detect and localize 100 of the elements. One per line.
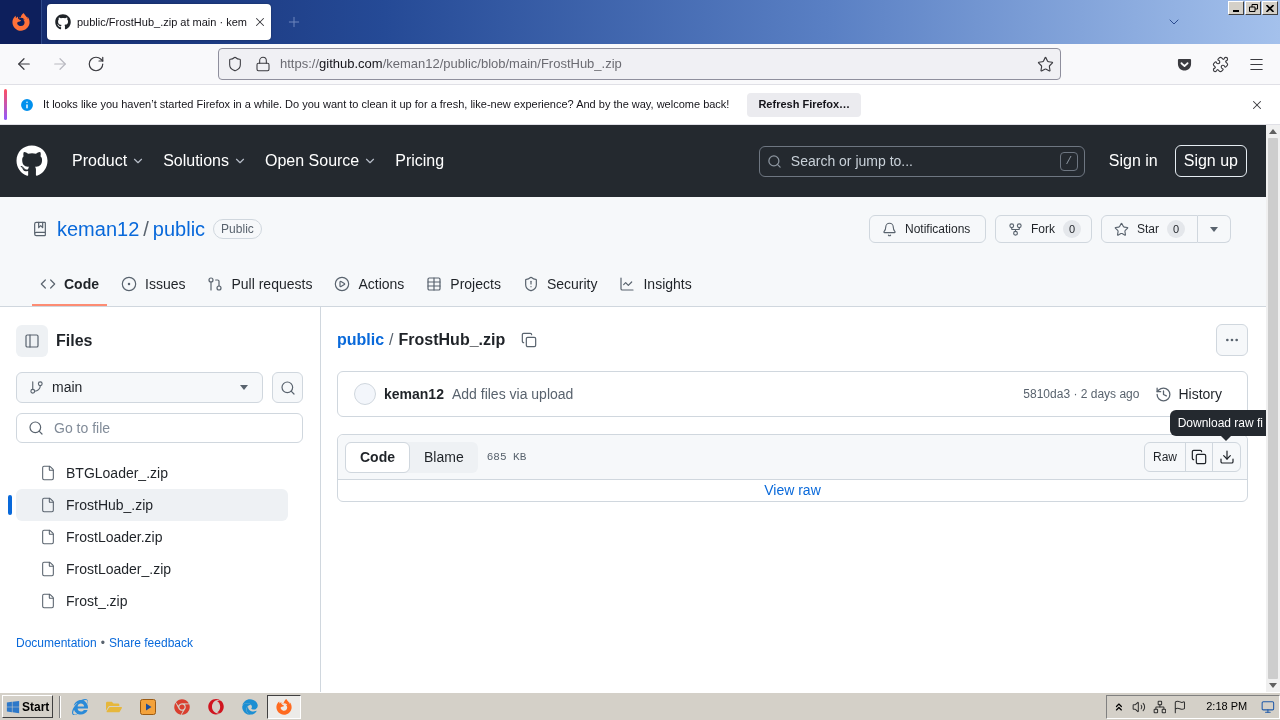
windows-flag-icon xyxy=(6,699,20,714)
file-icon xyxy=(40,465,56,481)
owner-link[interactable]: keman12 xyxy=(57,214,140,244)
start-button[interactable]: Start xyxy=(2,695,53,718)
cat-logo-icon xyxy=(55,14,71,30)
view-mode-tab[interactable]: Blame xyxy=(410,441,478,473)
repo-tab[interactable]: Actions xyxy=(326,268,413,306)
file-size: 685 KB xyxy=(486,449,527,465)
close-button[interactable] xyxy=(1262,1,1278,15)
line-chart-icon xyxy=(619,276,636,292)
code-icon xyxy=(40,276,56,292)
branch-selector[interactable]: main xyxy=(16,372,263,403)
puzzle-icon xyxy=(1211,55,1229,73)
path-separator: / xyxy=(389,330,394,350)
clock: 2:18 PM xyxy=(1206,699,1248,715)
branch-icon xyxy=(29,380,44,395)
avatar-icon xyxy=(354,383,376,405)
search-icon xyxy=(766,153,782,169)
fox-browser-icon[interactable] xyxy=(11,13,30,31)
bell-icon xyxy=(882,221,897,237)
tooltip: Download raw fi xyxy=(1169,410,1266,441)
taskbar-button[interactable] xyxy=(267,694,301,719)
fork-button[interactable]: Fork 0 xyxy=(995,215,1092,243)
minimize-button[interactable] xyxy=(1228,1,1244,15)
nav-menu-item[interactable]: Open Source xyxy=(256,145,386,177)
star-menu-button[interactable] xyxy=(1198,215,1231,243)
shortcut-key: / xyxy=(1059,151,1078,171)
search-button[interactable] xyxy=(272,372,303,403)
file-tree-item[interactable]: Frost_.zip xyxy=(16,585,288,617)
file-tree-item[interactable]: FrostLoader_.zip xyxy=(16,553,288,585)
cat-logo-icon[interactable] xyxy=(16,145,48,177)
scroll-down-arrow-icon[interactable] xyxy=(1269,683,1277,688)
pocket-icon xyxy=(1176,56,1192,72)
repo-tab[interactable]: Issues xyxy=(113,268,194,306)
collapse-panel-button[interactable] xyxy=(16,325,48,357)
notification-message: It looks like you haven’t started Firefox in a while. Do you want to clean it up for a fresh, like-new experience? And by the way, welcome back! xyxy=(43,97,730,113)
download-icon xyxy=(1218,449,1235,465)
view-raw-link[interactable]: View raw xyxy=(764,480,821,501)
star-button[interactable]: Star 0 xyxy=(1101,215,1198,243)
copy-icon xyxy=(521,332,538,348)
lock-icon[interactable] xyxy=(255,56,271,72)
refresh-button[interactable]: Refresh Firefox… xyxy=(747,92,862,117)
sign-in-link[interactable]: Sign in xyxy=(1108,149,1158,173)
repo-tab[interactable]: Pull requests xyxy=(199,268,321,306)
bullet-separator: • xyxy=(100,635,105,652)
close-icon xyxy=(1266,4,1274,12)
panel-title: Files xyxy=(56,331,93,351)
globe-e-icon xyxy=(72,698,88,715)
shield-icon xyxy=(522,276,539,292)
browser-tab[interactable]: public/FrostHub_.zip at main · kem xyxy=(47,4,271,40)
repo-tab[interactable]: Insights xyxy=(611,268,700,306)
file-icon xyxy=(40,593,56,609)
speaker-icon[interactable] xyxy=(1131,699,1146,714)
nav-menu-item[interactable]: Solutions xyxy=(155,145,255,177)
file-name: FrostHub_.zip xyxy=(398,330,506,350)
copy-icon xyxy=(1191,449,1207,465)
letter-o-icon xyxy=(208,698,224,715)
go-to-file-field[interactable]: Go to file xyxy=(16,413,303,443)
file-tree-item[interactable]: FrostHub_.zip xyxy=(16,489,288,521)
file-icon xyxy=(40,529,56,545)
scrollbar[interactable] xyxy=(1266,125,1280,692)
file-tree-item[interactable]: FrostLoader.zip xyxy=(16,521,288,553)
feedback-link[interactable]: Share feedback xyxy=(108,634,193,652)
monitor-icon[interactable] xyxy=(1261,699,1275,714)
fork-icon xyxy=(1008,221,1023,237)
file-tree-item[interactable]: BTGLoader_.zip xyxy=(16,457,288,489)
restore-icon xyxy=(1248,4,1258,12)
repo-tab[interactable]: Projects xyxy=(418,268,509,306)
commit-info: 5810da3 · 2 days ago xyxy=(1023,386,1140,403)
flag-icon[interactable] xyxy=(1173,699,1188,714)
counter: 0 xyxy=(1167,220,1185,238)
bookmark-star-icon[interactable] xyxy=(1037,55,1054,73)
restore-button[interactable] xyxy=(1245,1,1261,15)
documentation-link[interactable]: Documentation xyxy=(16,634,97,652)
play-circle-icon xyxy=(334,276,351,292)
raw-button[interactable]: Raw xyxy=(1145,443,1185,471)
fox-browser-icon xyxy=(276,698,292,715)
commit-message: Add files via upload xyxy=(451,384,574,404)
sign-up-button[interactable]: Sign up xyxy=(1174,145,1247,177)
repo-tab[interactable]: Code xyxy=(32,268,107,306)
repo-tab[interactable]: Security xyxy=(514,268,606,306)
shield-icon[interactable] xyxy=(227,56,243,72)
nav-menu-item[interactable]: Pricing xyxy=(387,145,453,177)
notifications-button[interactable]: Notifications xyxy=(869,215,986,243)
view-mode-tab[interactable]: Code xyxy=(345,441,410,473)
scroll-up-arrow-icon[interactable] xyxy=(1269,129,1277,134)
breadcrumb-link[interactable]: public xyxy=(337,328,385,352)
issue-circle-icon xyxy=(121,276,137,292)
address-bar[interactable]: https://github.com/keman12/public/blob/main/FrostHub_.zip xyxy=(218,48,1061,80)
tab-title: public/FrostHub_.zip at main · kem xyxy=(77,14,247,30)
caret-down-icon xyxy=(240,385,248,390)
repo-link[interactable]: public xyxy=(152,214,206,244)
panel-left-icon xyxy=(24,333,40,349)
search-icon xyxy=(279,379,296,396)
nav-menu-item[interactable]: Product xyxy=(64,145,154,177)
table-icon xyxy=(426,276,443,292)
network-icon[interactable] xyxy=(1152,699,1167,714)
round-browser-icon xyxy=(174,698,190,715)
author-link[interactable]: keman12 xyxy=(384,383,444,405)
history-button[interactable]: History xyxy=(1147,380,1230,408)
